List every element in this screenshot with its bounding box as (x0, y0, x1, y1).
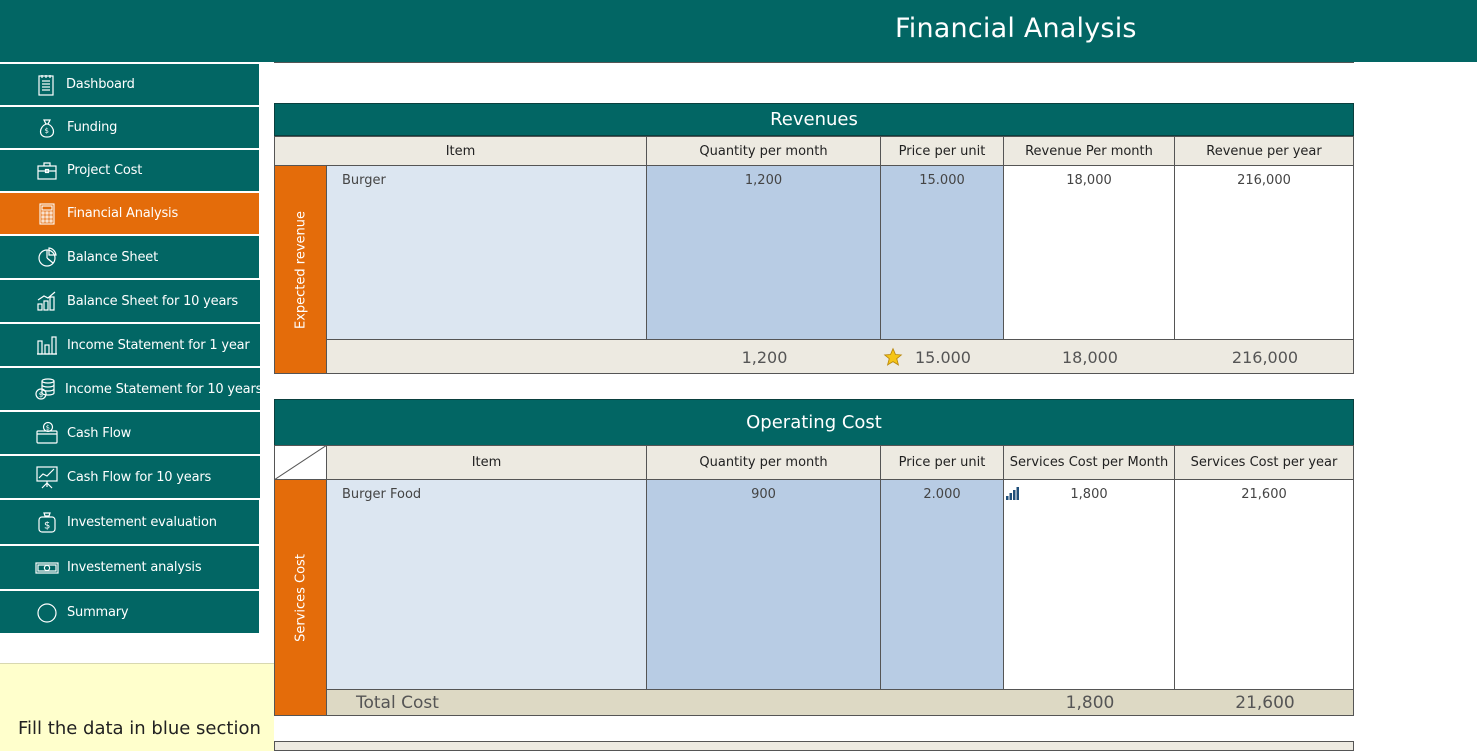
col-quantity: Quantity per month (646, 445, 881, 480)
sidebar-item-label: Dashboard (66, 77, 135, 92)
revenue-item-cell[interactable]: Burger (326, 165, 647, 340)
cost-qty-cell[interactable]: 900 (646, 479, 881, 690)
sidebar-item-cash-flow[interactable]: $ Cash Flow (0, 412, 260, 455)
sidebar-item-funding[interactable]: $ Funding (0, 107, 259, 149)
col-item: Item (274, 136, 647, 166)
sidebar-item-label: Investement evaluation (67, 514, 217, 530)
total-price: 15.000 (915, 348, 971, 367)
circle-icon (34, 599, 60, 625)
calculator-icon (34, 201, 60, 227)
revenue-month-cell: 18,000 (1003, 165, 1175, 340)
side-label-text: Services Cost (293, 553, 308, 642)
total-cost-year: 21,600 (1235, 693, 1295, 713)
sidebar-item-income-statement-1-year[interactable]: Income Statement for 1 year (0, 324, 260, 367)
dollar-bag-icon: $ (34, 509, 60, 535)
bar-growth-icon (34, 288, 60, 314)
briefcase-icon (34, 158, 60, 184)
header-bar: Financial Analysis (0, 0, 1477, 62)
expected-revenue-label: Expected revenue (274, 165, 327, 374)
col-cost-month: Services Cost per Month (1003, 445, 1175, 480)
header-divider (274, 62, 1354, 63)
instruction-text: Fill the data in blue section (18, 718, 261, 739)
sidebar-item-investement-evaluation[interactable]: $ Investement evaluation (0, 500, 259, 545)
sidebar-item-label: Income Statement for 1 year (67, 337, 250, 353)
total-revenue-month: 18,000 (1062, 348, 1118, 367)
operating-cost-title: Operating Cost (274, 399, 1354, 446)
cost-year-cell: 21,600 (1174, 479, 1354, 690)
col-price: Price per unit (880, 136, 1004, 166)
sidebar-item-label: Balance Sheet (67, 249, 158, 265)
bar-chart-icon (34, 332, 60, 358)
total-cost-row: Total Cost 1,800 21,600 (326, 689, 1354, 716)
sidebar-item-cash-flow-10-years[interactable]: Cash Flow for 10 years (0, 456, 260, 499)
sidebar-item-label: Investement analysis (67, 560, 202, 575)
svg-text:$: $ (39, 391, 43, 399)
total-cost-label: Total Cost (356, 693, 439, 713)
presentation-chart-icon (34, 464, 60, 490)
svg-text:$: $ (46, 424, 50, 432)
sidebar-item-label: Financial Analysis (67, 206, 179, 221)
col-item: Item (326, 445, 647, 480)
sidebar-item-label: Cash Flow (67, 425, 132, 441)
sidebar-item-project-cost[interactable]: Project Cost (0, 150, 259, 192)
col-revenue-year: Revenue per year (1174, 136, 1354, 166)
sidebar-item-label: Funding (67, 120, 118, 135)
wallet-icon: $ (34, 420, 60, 446)
sidebar-item-income-statement-10-years[interactable]: $ Income Statement for 10 years (0, 368, 263, 411)
svg-text:$: $ (45, 127, 49, 135)
sidebar-item-balance-sheet-10-years[interactable]: Balance Sheet for 10 years (0, 280, 260, 323)
cost-price-cell[interactable]: 2.000 (880, 479, 1004, 690)
svg-text:$: $ (44, 521, 50, 532)
col-quantity: Quantity per month (646, 136, 881, 166)
money-bag-icon: $ (34, 115, 60, 141)
notepad-icon (33, 72, 59, 98)
revenue-price-cell[interactable]: 15.000 (880, 165, 1004, 340)
total-cost-month: 1,800 (1065, 693, 1115, 713)
revenue-year-cell: 216,000 (1174, 165, 1354, 340)
coins-stack-icon: $ (34, 376, 58, 402)
next-section-edge (274, 741, 1354, 751)
page-title: Financial Analysis (895, 13, 1137, 44)
cost-item-cell[interactable]: Burger Food (326, 479, 647, 690)
pie-chart-icon (34, 244, 60, 270)
total-revenue-year: 216,000 (1231, 348, 1299, 367)
total-qty: 1,200 (741, 348, 788, 367)
corner-cell (274, 445, 327, 480)
col-price: Price per unit (880, 445, 1004, 480)
signal-bars-icon (1006, 486, 1022, 504)
sidebar-item-financial-analysis[interactable]: Financial Analysis (0, 193, 259, 235)
sidebar-item-summary[interactable]: Summary (0, 591, 259, 634)
sidebar-item-dashboard[interactable]: Dashboard (0, 64, 259, 106)
instruction-box: Fill the data in blue section (0, 663, 274, 751)
cost-month-cell: 1,800 (1003, 479, 1175, 690)
col-cost-year: Services Cost per year (1174, 445, 1354, 480)
sidebar-item-label: Summary (67, 604, 129, 620)
sidebar-item-label: Project Cost (67, 163, 143, 178)
sidebar-item-balance-sheet[interactable]: Balance Sheet (0, 236, 259, 279)
revenue-qty-cell[interactable]: 1,200 (646, 165, 881, 340)
sidebar-item-investement-analysis[interactable]: Investement analysis (0, 546, 259, 590)
revenues-table: Revenues Item Quantity per month Price p… (274, 103, 1354, 374)
operating-cost-table: Operating Cost Item Quantity per month P… (274, 399, 1354, 717)
sidebar-item-label: Income Statement for 10 years (65, 381, 263, 397)
sidebar-item-label: Balance Sheet for 10 years (67, 293, 238, 309)
cost-month-value: 1,800 (1070, 487, 1108, 502)
sidebar-item-label: Cash Flow for 10 years (67, 469, 212, 485)
revenue-total-row: 1,200 15.000 18,000 216,000 (326, 339, 1354, 374)
side-label-text: Expected revenue (293, 210, 308, 329)
revenues-title: Revenues (274, 103, 1354, 136)
banknote-icon (34, 555, 60, 581)
col-revenue-month: Revenue Per month (1003, 136, 1175, 166)
services-cost-label: Services Cost (274, 479, 327, 716)
